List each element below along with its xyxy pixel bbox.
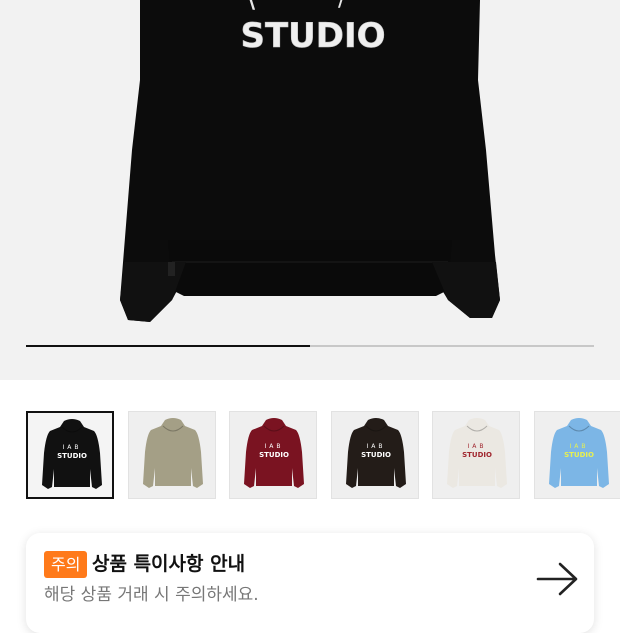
thumbnail-3[interactable]: IABSTUDIO bbox=[229, 411, 317, 499]
thumbnail-1[interactable]: IABSTUDIO bbox=[26, 411, 114, 499]
thumbnail-print-text: STUDIO bbox=[57, 452, 87, 460]
thumbnail-logo-text: IAB bbox=[63, 444, 82, 451]
svg-text:\: \ bbox=[247, 0, 256, 14]
thumbnail-logo-text: IAB bbox=[265, 443, 284, 450]
hoodie-thumbnail-image: IABSTUDIO bbox=[28, 413, 114, 499]
thumbnail-logo-text: IAB bbox=[468, 443, 487, 450]
thumbnail-strip: IABSTUDIOIABSTUDIOIABSTUDIOIABSTUDIOIABS… bbox=[26, 411, 620, 501]
caution-badge: 주의 bbox=[44, 551, 87, 578]
thumbnail-4[interactable]: IABSTUDIO bbox=[331, 411, 419, 499]
notice-title: 상품 특이사항 안내 bbox=[92, 551, 245, 578]
hoodie-thumbnail-image: IABSTUDIO bbox=[230, 412, 317, 499]
hoodie-thumbnail-image: IABSTUDIO bbox=[535, 412, 620, 499]
thumbnail-5[interactable]: IABSTUDIO bbox=[432, 411, 520, 499]
thumbnail-2[interactable] bbox=[128, 411, 216, 499]
carousel-progress-fill bbox=[26, 345, 310, 347]
thumbnail-print-text: STUDIO bbox=[462, 451, 492, 459]
thumbnail-print-text: STUDIO bbox=[361, 451, 391, 459]
hoodie-print-text: STUDIO bbox=[240, 16, 385, 56]
product-image-carousel[interactable]: \ / STUDIO bbox=[0, 0, 620, 380]
thumbnail-print-text: STUDIO bbox=[259, 451, 289, 459]
hoodie-thumbnail-image: IABSTUDIO bbox=[332, 412, 419, 499]
thumbnail-logo-text: IAB bbox=[569, 443, 588, 450]
arrow-right-icon[interactable] bbox=[536, 561, 580, 597]
thumbnail-logo-text: IAB bbox=[366, 443, 385, 450]
svg-text:/: / bbox=[338, 0, 345, 11]
notice-subtitle: 해당 상품 거래 시 주의하세요. bbox=[44, 583, 259, 607]
carousel-progress-bar bbox=[26, 345, 594, 347]
thumbnail-6[interactable]: IABSTUDIO bbox=[534, 411, 620, 499]
hoodie-thumbnail-image bbox=[129, 412, 216, 499]
product-notice-card[interactable]: 주의 상품 특이사항 안내 해당 상품 거래 시 주의하세요. bbox=[26, 533, 594, 633]
hoodie-image: \ / STUDIO bbox=[0, 0, 620, 380]
thumbnail-print-text: STUDIO bbox=[564, 451, 594, 459]
hoodie-thumbnail-image: IABSTUDIO bbox=[433, 412, 520, 499]
